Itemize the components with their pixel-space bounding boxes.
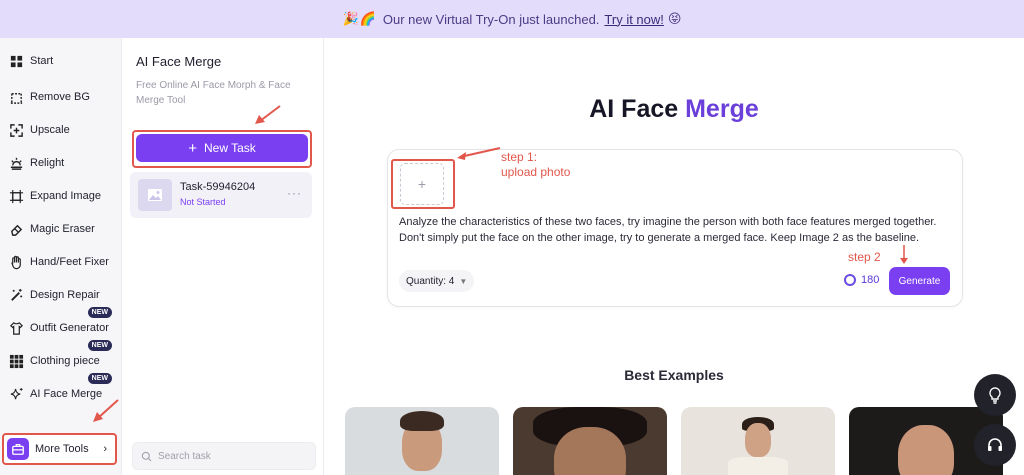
sidebar-item-start[interactable]: Start <box>0 46 122 76</box>
step1-arrow-icon <box>457 147 501 160</box>
announcement-banner: 🎉🌈 Our new Virtual Try-On just launched.… <box>0 0 1024 38</box>
panel-subtitle: Free Online AI Face Morph & Face Merge T… <box>136 80 291 106</box>
sidebar-item-label: Clothing piece <box>30 355 100 367</box>
tips-button[interactable] <box>974 374 1016 416</box>
credits-display: 180 <box>844 274 879 286</box>
eraser-icon <box>8 221 24 237</box>
toolbox-icon <box>7 438 29 460</box>
step1-line1: step 1: <box>501 150 538 164</box>
image-placeholder-icon <box>138 179 172 211</box>
wand-icon <box>8 287 24 303</box>
example-image-1[interactable] <box>345 407 499 475</box>
more-tools-label: More Tools <box>35 443 89 455</box>
example-image-3[interactable] <box>681 407 835 475</box>
prompt-text[interactable]: Analyze the characteristics of these two… <box>399 214 954 246</box>
sidebar-item-outfit-generator[interactable]: Outfit Generator NEW <box>0 307 122 343</box>
sidebar-item-upscale[interactable]: Upscale <box>0 115 122 145</box>
page-title: AI Face Merge <box>324 95 1024 124</box>
upload-photo-button[interactable]: + <box>400 163 444 205</box>
step1-annotation: step 1: upload photo <box>501 150 570 180</box>
search-task-field[interactable] <box>132 442 316 470</box>
relight-icon <box>8 155 24 171</box>
task-panel: AI Face Merge Free Online AI Face Morph … <box>122 38 324 475</box>
step2-annotation: step 2 <box>848 250 881 264</box>
new-badge: NEW <box>87 307 112 318</box>
new-task-button[interactable]: + New Task <box>136 134 308 162</box>
sidebar-item-label: Outfit Generator <box>30 322 109 334</box>
prompt-card: + Analyze the characteristics of these t… <box>387 149 963 307</box>
task-status: Not Started <box>180 197 226 207</box>
task-name: Task-59946204 <box>180 181 256 193</box>
plus-icon: + <box>188 139 197 157</box>
chevron-right-icon: › <box>103 443 107 455</box>
more-tools-button[interactable]: More Tools › <box>2 433 117 465</box>
support-button[interactable] <box>974 424 1016 466</box>
banner-text: Our new Virtual Try-On just launched. <box>382 11 600 27</box>
lightbulb-icon <box>989 387 1001 404</box>
chevron-down-icon: ▼ <box>459 276 468 286</box>
quantity-dropdown[interactable]: Quantity: 4 ▼ <box>399 270 475 292</box>
hand-icon <box>8 254 24 270</box>
sidebar-item-remove-bg[interactable]: Remove BG <box>0 82 122 112</box>
sidebar-item-clothing-piece[interactable]: Clothing piece NEW <box>0 340 122 376</box>
new-task-label: New Task <box>203 141 256 155</box>
upscale-icon <box>8 122 24 138</box>
new-badge: NEW <box>87 340 112 351</box>
sidebar-item-expand-image[interactable]: Expand Image <box>0 181 122 211</box>
more-options-icon[interactable]: ··· <box>287 186 302 200</box>
step2-arrow-icon <box>900 245 908 264</box>
sidebar-item-magic-eraser[interactable]: Magic Eraser <box>0 214 122 244</box>
sparkle-icon <box>8 386 24 402</box>
panel-title: AI Face Merge <box>136 54 222 69</box>
sidebar-item-label: Design Repair <box>30 289 100 301</box>
example-face-4 <box>898 425 954 475</box>
sidebar-item-label: Remove BG <box>30 91 90 103</box>
sidebar-item-label: Start <box>30 55 54 67</box>
wink-emoji: 😝 <box>667 11 682 26</box>
party-emoji: 🎉🌈 <box>342 11 377 26</box>
sidebar-item-label: Expand Image <box>30 190 101 202</box>
task-card[interactable]: Task-59946204 Not Started ··· <box>130 172 312 218</box>
sidebar-item-label: Upscale <box>30 124 70 136</box>
credit-coin-icon <box>844 274 856 286</box>
quantity-label: Quantity: 4 <box>406 275 455 287</box>
sidebar-item-label: Magic Eraser <box>30 223 95 235</box>
generate-button[interactable]: Generate <box>889 267 950 295</box>
example-image-2[interactable] <box>513 407 667 475</box>
title-part-1: AI Face <box>589 95 686 123</box>
search-icon <box>141 451 152 461</box>
example-face-3 <box>745 423 771 457</box>
grid-icon <box>8 53 24 69</box>
new-badge: NEW <box>87 373 112 384</box>
main-content: AI Face Merge + Analyze the characterist… <box>324 38 1024 475</box>
new-task-arrow-icon <box>255 105 281 124</box>
sidebar-item-label: Relight <box>30 157 65 169</box>
step1-line2: upload photo <box>501 165 571 179</box>
sidebar-item-hand-feet-fixer[interactable]: Hand/Feet Fixer <box>0 247 122 277</box>
shirt-icon <box>8 320 24 336</box>
example-face-2 <box>554 427 626 475</box>
headset-icon <box>988 438 1002 451</box>
pieces-icon <box>8 353 24 369</box>
sidebar-item-design-repair[interactable]: Design Repair <box>0 280 122 310</box>
search-task-input[interactable] <box>158 450 298 462</box>
example-shirt-3 <box>728 457 788 475</box>
expand-icon <box>8 188 24 204</box>
try-it-now-link[interactable]: Try it now! <box>604 12 663 27</box>
best-examples-heading: Best Examples <box>624 367 724 383</box>
sidebar-item-label: Hand/Feet Fixer <box>30 256 109 268</box>
more-tools-arrow-icon <box>93 399 119 422</box>
credits-value: 180 <box>861 274 880 286</box>
sidebar-item-relight[interactable]: Relight <box>0 148 122 178</box>
title-part-2: Merge <box>685 95 759 123</box>
example-hair-1 <box>400 411 444 431</box>
remove-bg-icon <box>8 89 24 105</box>
